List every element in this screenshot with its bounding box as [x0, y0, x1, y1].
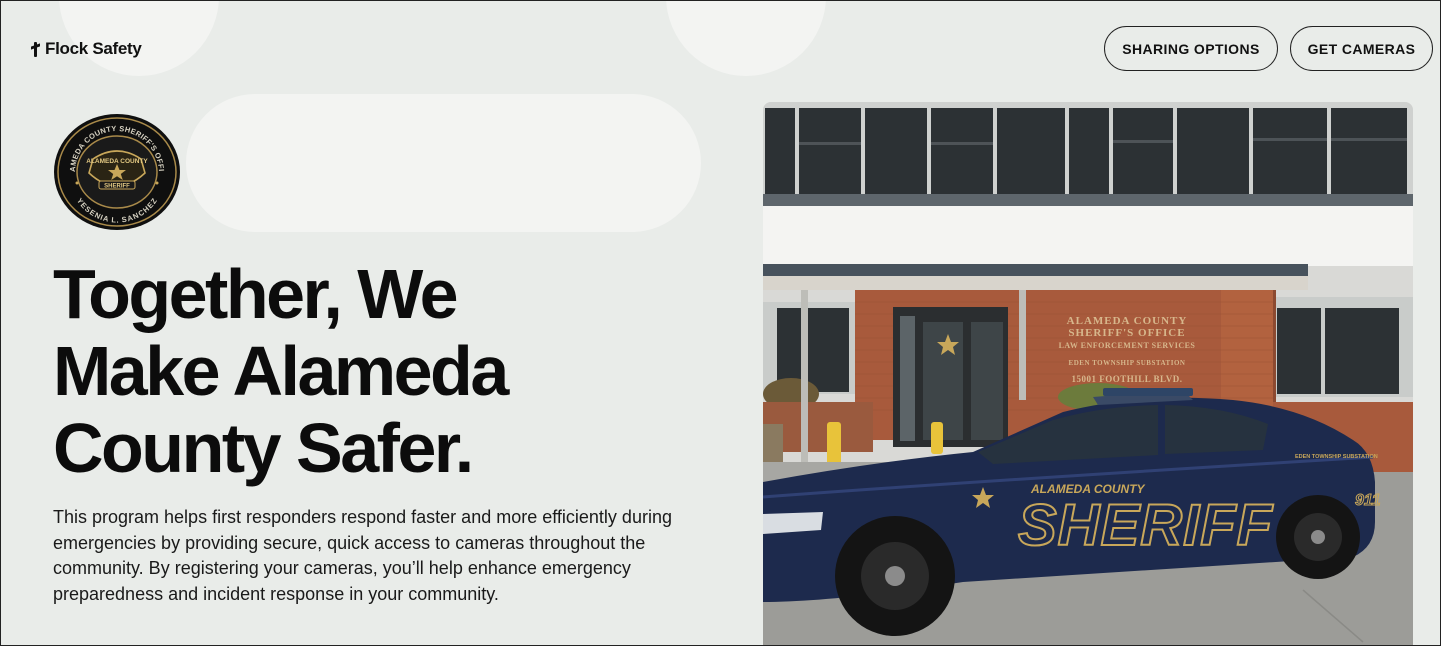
- building-sign-line: 15001 FOOTHILL BLVD.: [1072, 374, 1183, 384]
- sheriff-seal-icon: ALAMEDA COUNTY SHERIFF'S OFFICE YESENIA …: [50, 106, 180, 230]
- logo-text: Flock Safety: [45, 39, 142, 58]
- flock-mark-icon: [31, 41, 41, 57]
- building-sign-line: ALAMEDA COUNTY: [1067, 315, 1188, 327]
- decorative-circle: [59, 1, 219, 76]
- car-substation-text: EDEN TOWNSHIP SUBSTATION: [1295, 454, 1378, 460]
- get-cameras-button[interactable]: GET CAMERAS: [1290, 26, 1433, 71]
- building-sign-line: SHERIFF'S OFFICE: [1068, 327, 1185, 339]
- car-number-text: 911: [1355, 492, 1381, 509]
- seal-shield-text: ALAMEDA COUNTY: [86, 158, 148, 165]
- sharing-options-button[interactable]: SHARING OPTIONS: [1104, 26, 1278, 71]
- building-sign-line: EDEN TOWNSHIP SUBSTATION: [1069, 359, 1186, 367]
- sheriff-station-photo: ALAMEDA COUNTY SHERIFF'S OFFICE LAW ENFO…: [763, 102, 1413, 645]
- decorative-pill: [186, 94, 701, 232]
- hero-title-line: Make Alameda: [53, 332, 509, 410]
- hero-title-line: Together, We: [53, 255, 459, 333]
- page-frame: Flock Safety SHARING OPTIONS GET CAMERAS…: [0, 0, 1441, 646]
- seal-ribbon-text: SHERIFF: [104, 183, 130, 189]
- building-sign-line: LAW ENFORCEMENT SERVICES: [1059, 341, 1196, 350]
- decorative-circle: [666, 1, 826, 76]
- flock-safety-logo[interactable]: Flock Safety: [31, 39, 142, 59]
- hero-description: This program helps first responders resp…: [53, 507, 672, 604]
- car-sheriff-text: SHERIFF: [1018, 493, 1274, 558]
- hero-title: Together, We Make Alameda County Safer.: [53, 256, 693, 487]
- hero-title-line: County Safer.: [53, 409, 474, 487]
- sheriff-seal: ALAMEDA COUNTY SHERIFF'S OFFICE YESENIA …: [50, 106, 181, 231]
